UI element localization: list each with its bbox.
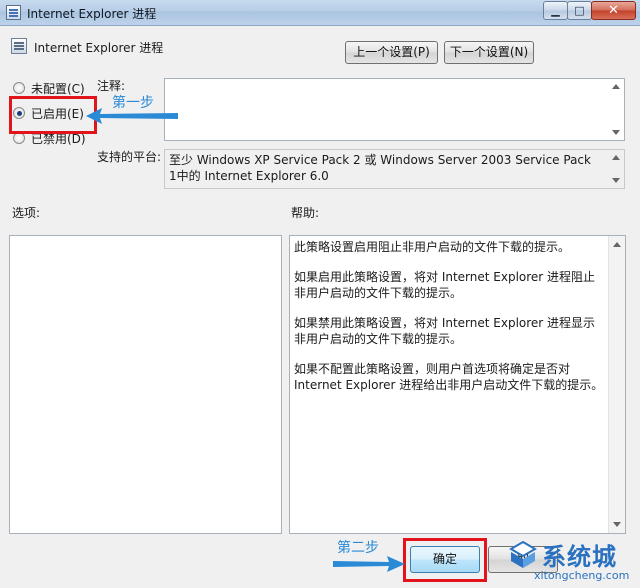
scroll-down-icon[interactable] xyxy=(613,522,621,527)
help-paragraph: 如果不配置此策略设置，则用户首选项将确定是否对 Internet Explore… xyxy=(294,362,604,392)
scroll-up-icon[interactable] xyxy=(612,155,620,160)
policy-window-icon xyxy=(6,5,21,20)
options-pane xyxy=(9,235,282,534)
comment-textbox[interactable] xyxy=(164,78,625,141)
radio-label: 未配置(C) xyxy=(31,81,85,96)
platform-scrollbar[interactable] xyxy=(608,150,624,188)
close-button[interactable]: ✕ xyxy=(591,1,636,20)
watermark-url: xitongcheng.com xyxy=(534,569,630,582)
step1-highlight-box xyxy=(9,96,97,134)
supported-platform-box: 至少 Windows XP Service Pack 2 或 Windows S… xyxy=(164,149,625,189)
watermark-name: 系统城 xyxy=(542,543,617,571)
help-label: 帮助: xyxy=(291,206,320,220)
help-text: 此策略设置启用阻止非用户启动的文件下载的提示。 如果启用此策略设置，将对 Int… xyxy=(294,239,606,407)
help-pane: 此策略设置启用阻止非用户启动的文件下载的提示。 如果启用此策略设置，将对 Int… xyxy=(289,235,626,534)
help-scrollbar[interactable] xyxy=(608,236,625,533)
help-paragraph: 此策略设置启用阻止非用户启动的文件下载的提示。 xyxy=(294,240,571,254)
policy-title: Internet Explorer 进程 xyxy=(34,41,164,55)
window-title: Internet Explorer 进程 xyxy=(27,7,157,21)
radio-button-icon xyxy=(13,82,25,94)
help-paragraph: 如果启用此策略设置，将对 Internet Explorer 进程阻止非用户启动… xyxy=(294,270,596,300)
options-label: 选项: xyxy=(12,206,41,220)
previous-setting-button[interactable]: 上一个设置(P) xyxy=(345,41,438,64)
supported-platform-text: 至少 Windows XP Service Pack 2 或 Windows S… xyxy=(169,153,591,183)
next-setting-button[interactable]: 下一个设置(N) xyxy=(444,41,534,64)
scroll-up-icon[interactable] xyxy=(613,242,621,247)
radio-not-configured[interactable]: 未配置(C) xyxy=(13,80,85,96)
site-watermark: 系统城 xitongcheng.com xyxy=(508,536,640,588)
maximize-button[interactable]: □ xyxy=(567,1,592,20)
scroll-down-icon[interactable] xyxy=(612,130,620,135)
supported-platform-label: 支持的平台: xyxy=(97,150,162,164)
title-bar: Internet Explorer 进程 ▁ □ ✕ xyxy=(0,0,640,26)
scroll-up-icon[interactable] xyxy=(612,84,620,89)
step2-highlight-box xyxy=(403,538,487,582)
scroll-down-icon[interactable] xyxy=(612,178,620,183)
watermark-logo-icon xyxy=(509,540,537,568)
comment-scrollbar[interactable] xyxy=(608,79,624,140)
help-paragraph: 如果禁用此策略设置，将对 Internet Explorer 进程显示非用户启动… xyxy=(294,316,596,346)
minimize-button[interactable]: ▁ xyxy=(543,1,568,20)
policy-setting-icon xyxy=(11,38,27,54)
step1-arrow-icon xyxy=(86,108,178,124)
step2-arrow-icon xyxy=(333,556,405,572)
step2-annotation: 第二步 xyxy=(337,540,379,556)
